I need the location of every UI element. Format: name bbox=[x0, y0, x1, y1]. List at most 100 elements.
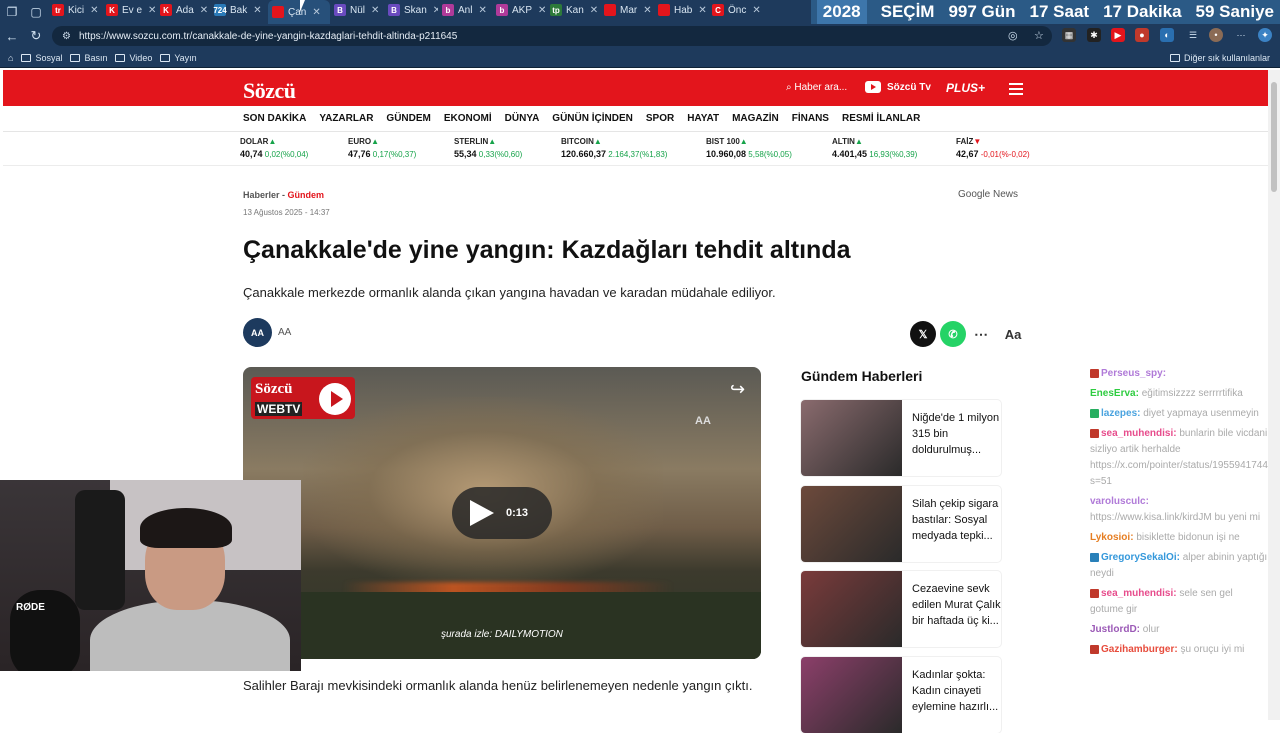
ticker-item[interactable]: STERLIN▲ 55,34 0,33(%0,60) bbox=[454, 137, 522, 159]
other-bookmarks[interactable]: Diğer sık kullanılanlar bbox=[1169, 53, 1270, 63]
whatsapp-share-icon[interactable]: ✆ bbox=[940, 321, 966, 347]
video-play-button[interactable]: 0:13 bbox=[452, 487, 552, 539]
nav-item[interactable]: SPOR bbox=[646, 113, 674, 124]
sidebar-news-card[interactable]: Cezaevine sevk edilen Murat Çalık bir ha… bbox=[801, 571, 1001, 647]
sidebar-news-card[interactable]: Silah çekip sigara bastılar: Sosyal medy… bbox=[801, 486, 1001, 562]
video-share-icon[interactable]: ↪ bbox=[730, 379, 745, 400]
browser-tab[interactable]: tp Kan ✕ bbox=[546, 0, 600, 20]
browser-tab[interactable]: tr Kici ✕ bbox=[48, 0, 102, 20]
bookmark-folder-basin[interactable]: Basın bbox=[70, 53, 107, 63]
google-news-link[interactable]: Google News bbox=[958, 189, 1018, 200]
chat-username[interactable]: varolusculc: bbox=[1090, 496, 1149, 507]
browser-tab[interactable]: K Ev e ✕ bbox=[102, 0, 156, 20]
browser-tab[interactable]: C Önc ✕ bbox=[708, 0, 762, 20]
chat-username[interactable]: EnesErva: bbox=[1090, 388, 1139, 399]
extension-2-icon[interactable]: ✱ bbox=[1087, 28, 1101, 42]
more-share-icon[interactable]: ⋯ bbox=[968, 321, 994, 347]
bookmark-folder-sosyal[interactable]: Sosyal bbox=[21, 53, 62, 63]
chat-username[interactable]: sea_muhendisi: bbox=[1101, 428, 1177, 439]
sidebar-news-card[interactable]: Kadınlar şokta: Kadın cinayeti eylemine … bbox=[801, 657, 1001, 733]
extension-3-icon[interactable]: ● bbox=[1135, 28, 1149, 42]
url-field[interactable]: ⚙ https://www.sozcu.com.tr/canakkale-de-… bbox=[52, 26, 1052, 46]
site-info-icon[interactable]: ⚙ bbox=[62, 31, 71, 42]
font-size-icon[interactable]: Aa bbox=[1000, 321, 1026, 347]
chat-username[interactable]: Gazihamburger: bbox=[1101, 644, 1178, 655]
hamburger-menu-icon[interactable] bbox=[1009, 83, 1023, 98]
sozcu-tv-link[interactable]: Sözcü Tv bbox=[865, 81, 931, 93]
nav-item[interactable]: EKONOMİ bbox=[444, 113, 492, 124]
nav-item[interactable]: GÜNDEM bbox=[386, 113, 430, 124]
ticker-item[interactable]: DOLAR▲ 40,74 0,02(%0,04) bbox=[240, 137, 308, 159]
breadcrumb-current[interactable]: Gündem bbox=[288, 190, 325, 200]
browser-tab[interactable]: B Nül ✕ bbox=[330, 0, 384, 20]
extension-icon[interactable]: ▦ bbox=[1062, 28, 1076, 42]
tab-actions-icon[interactable]: ▢ bbox=[24, 0, 48, 24]
favorites-icon[interactable]: ☰ bbox=[1186, 28, 1200, 42]
tracking-icon[interactable]: ◎ bbox=[1008, 29, 1018, 42]
plus-link[interactable]: PLUS+ bbox=[946, 81, 985, 95]
close-tab-icon[interactable]: ✕ bbox=[148, 5, 156, 16]
close-tab-icon[interactable]: ✕ bbox=[643, 5, 651, 16]
ticker-item[interactable]: BITCOIN▲ 120.660,37 2.164,37(%1,83) bbox=[561, 137, 667, 159]
close-tab-icon[interactable]: ✕ bbox=[200, 5, 208, 16]
breadcrumb-parent[interactable]: Haberler - bbox=[243, 190, 285, 200]
favorite-star-icon[interactable]: ☆ bbox=[1034, 29, 1044, 42]
browser-tab[interactable]: Hab ✕ bbox=[654, 0, 708, 20]
close-tab-icon[interactable]: ✕ bbox=[371, 5, 379, 16]
browser-tab[interactable]: b AKP ✕ bbox=[492, 0, 546, 20]
more-menu-icon[interactable]: ⋯ bbox=[1234, 28, 1248, 42]
close-tab-icon[interactable]: ✕ bbox=[478, 5, 486, 16]
sidebar-news-card[interactable]: Niğde'de 1 milyon 315 bin doldurulmuş... bbox=[801, 400, 1001, 476]
browser-tab[interactable]: B Skan ✕ bbox=[384, 0, 438, 20]
chat-username[interactable]: JustlordD: bbox=[1090, 624, 1140, 635]
nav-item[interactable]: SON DAKİKA bbox=[243, 113, 306, 124]
chat-username[interactable]: Perseus_spy: bbox=[1101, 368, 1166, 379]
browser-tab[interactable]: Çan ✕ bbox=[268, 0, 330, 24]
chat-username[interactable]: Lykosioi: bbox=[1090, 532, 1134, 543]
nav-item[interactable]: FİNANS bbox=[792, 113, 829, 124]
site-search[interactable]: ⌕ Haber ara... bbox=[786, 82, 847, 93]
close-tab-icon[interactable]: ✕ bbox=[538, 5, 546, 16]
reload-icon[interactable]: ↻ bbox=[24, 28, 48, 44]
browser-tab[interactable]: 724 Bak ✕ bbox=[210, 0, 268, 20]
ticker-item[interactable]: EURO▲ 47,76 0,17(%0,37) bbox=[348, 137, 416, 159]
dailymotion-watermark[interactable]: şurada izle: DAILYMOTION bbox=[441, 629, 563, 640]
browser-tab[interactable]: Mar ✕ bbox=[600, 0, 654, 20]
video-player[interactable]: Sözcü WEBTV ↪ AA 0:13 şurada izle: DAILY… bbox=[243, 367, 761, 659]
nav-item[interactable]: GÜNÜN İÇİNDEN bbox=[552, 113, 633, 124]
browser-tab[interactable]: K Ada ✕ bbox=[156, 0, 210, 20]
author-name[interactable]: AA bbox=[278, 327, 291, 338]
page-scrollbar[interactable] bbox=[1268, 70, 1280, 720]
bookmark-folder-video[interactable]: Video bbox=[115, 53, 152, 63]
bookmark-folder-yayin[interactable]: Yayın bbox=[160, 53, 197, 63]
close-tab-icon[interactable]: ✕ bbox=[752, 5, 760, 16]
ticker-item[interactable]: BIST 100▲ 10.960,08 5,58(%0,05) bbox=[706, 137, 792, 159]
copilot-icon[interactable]: ✦ bbox=[1258, 28, 1272, 42]
close-tab-icon[interactable]: ✕ bbox=[590, 5, 598, 16]
chat-username[interactable]: lazepes: bbox=[1101, 408, 1140, 419]
nav-item[interactable]: YAZARLAR bbox=[319, 113, 373, 124]
close-tab-icon[interactable]: ✕ bbox=[698, 5, 706, 16]
scrollbar-thumb[interactable] bbox=[1271, 82, 1277, 192]
back-icon[interactable]: ← bbox=[0, 29, 24, 44]
sozcu-logo[interactable]: Sözcü bbox=[243, 78, 296, 104]
x-share-icon[interactable]: 𝕏 bbox=[910, 321, 936, 347]
ticker-item[interactable]: FAİZ▼ 42,67 -0,01(%-0,02) bbox=[956, 137, 1030, 159]
author-avatar[interactable]: AA bbox=[243, 318, 272, 347]
browser-tab[interactable]: b Anl ✕ bbox=[438, 0, 492, 20]
workspaces-icon[interactable]: ❐ bbox=[0, 0, 24, 24]
bookmarks-apps-icon[interactable]: ⌂ bbox=[8, 53, 13, 63]
nav-item[interactable]: HAYAT bbox=[687, 113, 719, 124]
nav-item[interactable]: MAGAZİN bbox=[732, 113, 779, 124]
chat-username[interactable]: sea_muhendisi: bbox=[1101, 588, 1177, 599]
chat-username[interactable]: GregorySekalOi: bbox=[1101, 552, 1180, 563]
nav-item[interactable]: RESMİ İLANLAR bbox=[842, 113, 920, 124]
extension-4-icon[interactable]: ◐ bbox=[1160, 28, 1174, 42]
ticker-item[interactable]: ALTIN▲ 4.401,45 16,93(%0,39) bbox=[832, 137, 917, 159]
close-tab-icon[interactable]: ✕ bbox=[312, 7, 320, 18]
close-tab-icon[interactable]: ✕ bbox=[253, 5, 261, 16]
profile-avatar[interactable]: • bbox=[1209, 28, 1223, 42]
youtube-extension-icon[interactable]: ▶ bbox=[1111, 28, 1125, 42]
nav-item[interactable]: DÜNYA bbox=[505, 113, 540, 124]
close-tab-icon[interactable]: ✕ bbox=[90, 5, 98, 16]
